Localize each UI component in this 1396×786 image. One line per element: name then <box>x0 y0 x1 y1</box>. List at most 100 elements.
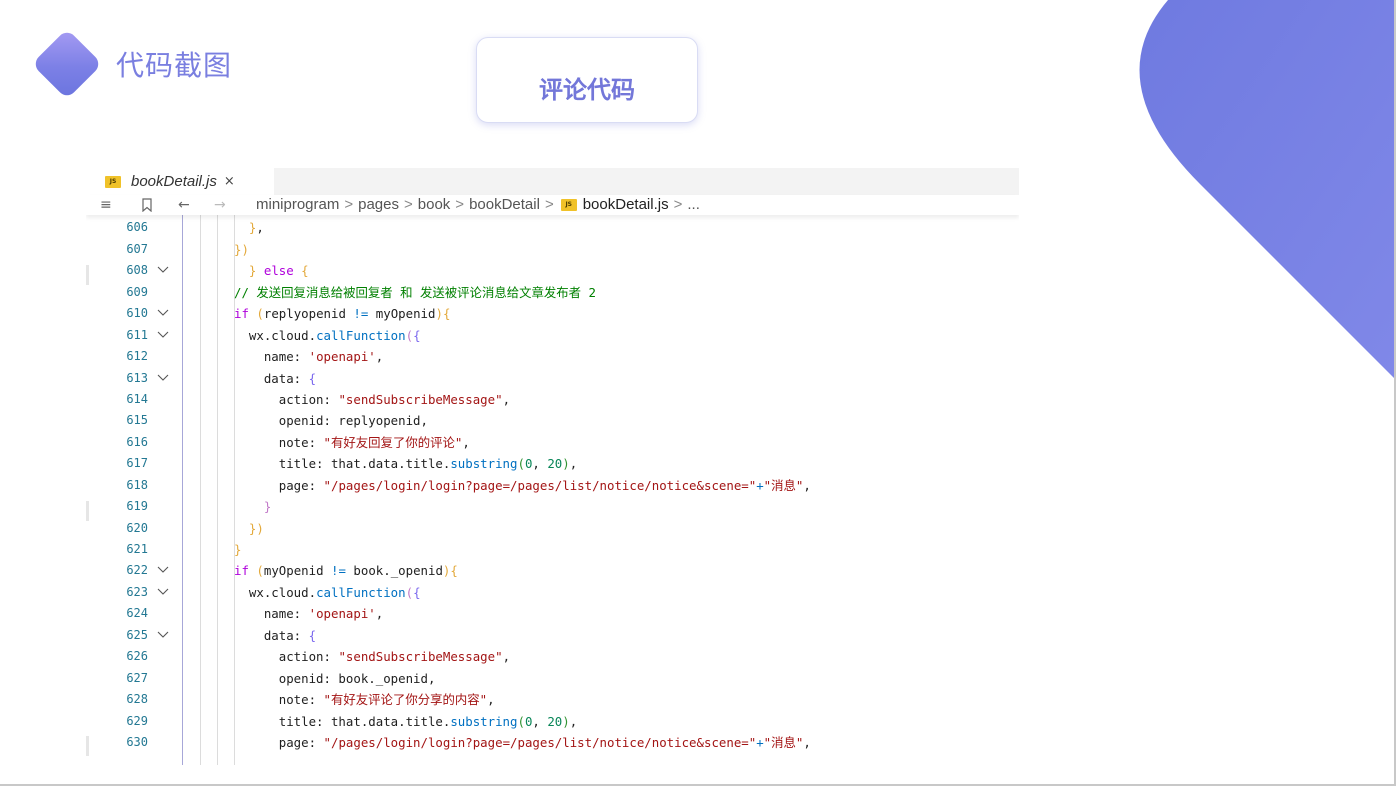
line-number: 612 <box>126 349 148 364</box>
js-file-icon: JS <box>560 199 577 211</box>
code-text: }) <box>234 241 249 257</box>
line-number: 611 <box>126 327 148 342</box>
breadcrumb-item[interactable]: bookDetail <box>469 195 540 215</box>
code-text: openid: replyopenid, <box>234 413 428 429</box>
code-line[interactable]: 611 wx.cloud.callFunction({ <box>86 325 1019 346</box>
code-text: } <box>263 499 272 515</box>
code-text: page: "/pages/login/login?page=/pages/li… <box>234 734 811 750</box>
breadcrumb-tail[interactable]: ... <box>687 195 700 215</box>
code-text: note: "有好友回复了你的评论", <box>234 434 470 450</box>
code-line[interactable]: 629 title: that.data.title.substring(0, … <box>86 711 1019 732</box>
code-line[interactable]: 627 openid: book._openid, <box>86 668 1019 689</box>
code-text: wx.cloud.callFunction({ <box>234 584 421 600</box>
line-number: 606 <box>126 220 148 235</box>
arrow-right-icon[interactable]: → <box>214 195 226 215</box>
code-text: } <box>234 542 242 557</box>
section-tag-label: 评论代码 <box>539 74 635 104</box>
code-text: openid: book._openid, <box>234 670 436 686</box>
code-line[interactable]: 606 }, <box>86 217 1019 238</box>
line-number: 614 <box>126 391 148 406</box>
code-text: // 发送回复消息给被回复者 和 发送被评论消息给文章发布者 2 <box>234 284 596 300</box>
breadcrumb: miniprogram > pages > book > bookDetail … <box>256 195 700 215</box>
section-tag: 评论代码 <box>476 37 698 123</box>
code-text: page: "/pages/login/login?page=/pages/li… <box>234 477 811 493</box>
code-text: name: 'openapi', <box>234 606 384 622</box>
line-number: 607 <box>126 241 148 256</box>
code-line[interactable]: 609 // 发送回复消息给被回复者 和 发送被评论消息给文章发布者 2 <box>86 282 1019 303</box>
line-number: 627 <box>126 670 148 685</box>
js-file-icon: JS <box>105 175 121 188</box>
code-text: }) <box>248 520 264 536</box>
code-text: if (replyopenid != myOpenid){ <box>234 306 451 322</box>
line-number: 623 <box>126 584 148 599</box>
breadcrumb-item[interactable]: miniprogram <box>256 195 339 215</box>
code-text: action: "sendSubscribeMessage", <box>234 391 511 407</box>
code-line[interactable]: 622 if (myOpenid != book._openid){ <box>86 560 1019 581</box>
code-text: title: that.data.title.substring(0, 20), <box>234 713 578 729</box>
chevron-down-icon[interactable] <box>157 368 169 389</box>
breadcrumb-bar: ≡ ← → miniprogram > pages > book > bookD… <box>86 195 1019 215</box>
breadcrumb-separator: > <box>673 196 683 213</box>
line-number: 619 <box>126 499 148 514</box>
line-number: 617 <box>126 456 148 471</box>
code-text: note: "有好友评论了你分享的内容", <box>234 692 495 708</box>
code-line[interactable]: 610 if (replyopenid != myOpenid){ <box>86 303 1019 324</box>
editor-tab-bookdetail[interactable]: JS bookDetail.js × <box>86 168 274 195</box>
chevron-down-icon[interactable] <box>157 303 169 324</box>
chevron-down-icon[interactable] <box>157 260 169 281</box>
code-line[interactable]: 623 wx.cloud.callFunction({ <box>86 582 1019 603</box>
breadcrumb-item[interactable]: pages <box>358 195 399 215</box>
line-number: 616 <box>126 434 148 449</box>
arrow-left-icon[interactable]: ← <box>178 195 190 215</box>
code-line[interactable]: 615 openid: replyopenid, <box>86 410 1019 431</box>
bookmark-icon[interactable] <box>141 195 153 215</box>
code-text: data: { <box>234 370 317 386</box>
slide-title: 代码截图 <box>116 49 233 82</box>
breadcrumb-file[interactable]: bookDetail.js <box>583 195 669 215</box>
code-line[interactable]: 618 page: "/pages/login/login?page=/page… <box>86 475 1019 496</box>
code-line[interactable]: 626 action: "sendSubscribeMessage", <box>86 646 1019 667</box>
line-number: 613 <box>126 370 148 385</box>
chevron-down-icon[interactable] <box>157 625 169 646</box>
close-icon[interactable]: × <box>224 174 235 189</box>
code-line[interactable]: 628 note: "有好友评论了你分享的内容", <box>86 689 1019 710</box>
code-text: data: { <box>234 627 317 643</box>
code-line[interactable]: 621} <box>86 539 1019 560</box>
breadcrumb-item[interactable]: book <box>418 195 451 215</box>
chevron-down-icon[interactable] <box>157 560 169 581</box>
line-number: 625 <box>126 627 148 642</box>
code-lines[interactable]: 605 page: "/pages/login/login?page=/page… <box>86 199 1019 753</box>
code-line[interactable]: 616 note: "有好友回复了你的评论", <box>86 432 1019 453</box>
code-line[interactable]: 630 page: "/pages/login/login?page=/page… <box>86 732 1019 753</box>
line-number: 626 <box>126 649 148 664</box>
code-line[interactable]: 624 name: 'openapi', <box>86 603 1019 624</box>
code-line[interactable]: 620 }) <box>86 518 1019 539</box>
code-line[interactable]: 608 } else { <box>86 260 1019 281</box>
code-text: name: 'openapi', <box>234 349 384 365</box>
code-line[interactable]: 607}) <box>86 239 1019 260</box>
chevron-down-icon[interactable] <box>157 325 169 346</box>
code-editor-screenshot: JS bookDetail.js × ≡ ← → miniprogram > p… <box>86 168 1019 765</box>
tab-filename: bookDetail.js <box>131 173 217 190</box>
breadcrumb-separator: > <box>544 196 554 213</box>
code-line[interactable]: 625 data: { <box>86 625 1019 646</box>
outline-icon[interactable]: ≡ <box>100 195 112 215</box>
code-line[interactable]: 619 } <box>86 496 1019 517</box>
breadcrumb-separator: > <box>344 196 354 213</box>
editor-tab-bar: JS bookDetail.js × <box>86 168 1019 195</box>
line-number: 628 <box>126 692 148 707</box>
code-line[interactable]: 614 action: "sendSubscribeMessage", <box>86 389 1019 410</box>
code-text: if (myOpenid != book._openid){ <box>234 563 458 579</box>
chevron-down-icon[interactable] <box>157 582 169 603</box>
line-number: 618 <box>126 477 148 492</box>
code-line[interactable]: 617 title: that.data.title.substring(0, … <box>86 453 1019 474</box>
breadcrumb-separator: > <box>455 196 465 213</box>
line-number: 610 <box>126 306 148 321</box>
code-line[interactable]: 612 name: 'openapi', <box>86 346 1019 367</box>
code-text: wx.cloud.callFunction({ <box>234 327 421 343</box>
code-line[interactable]: 613 data: { <box>86 368 1019 389</box>
line-number: 622 <box>126 563 148 578</box>
line-number: 615 <box>126 413 148 428</box>
breadcrumb-separator: > <box>404 196 413 213</box>
code-text: } else { <box>248 263 309 279</box>
